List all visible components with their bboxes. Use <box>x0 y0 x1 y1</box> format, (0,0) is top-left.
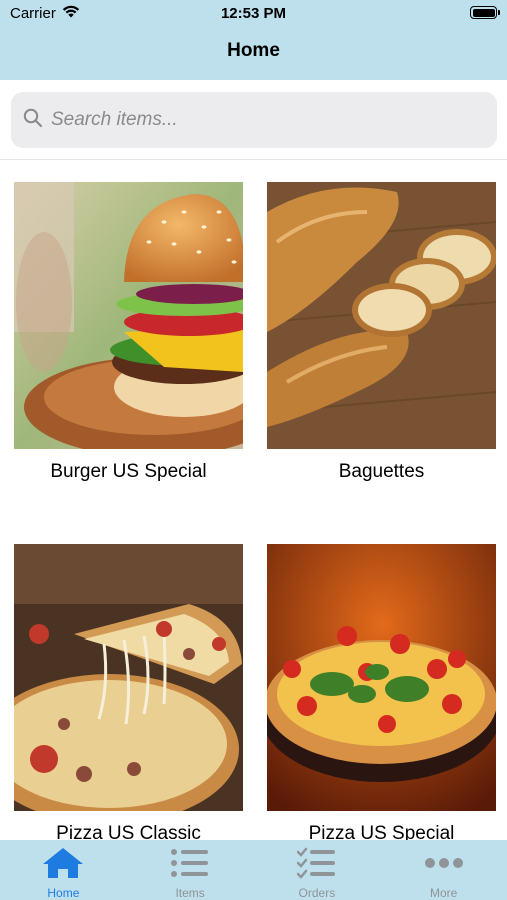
search-section <box>0 80 507 160</box>
tab-bar: Home Items Orders More <box>0 840 507 900</box>
checklist-icon <box>296 846 337 880</box>
search-icon <box>23 108 43 133</box>
header: Carrier 12:53 PM Home <box>0 0 507 80</box>
item-name: Burger US Special <box>50 461 207 482</box>
item-name: Baguettes <box>338 461 425 482</box>
tab-orders[interactable]: Orders <box>254 840 381 900</box>
status-bar: Carrier 12:53 PM <box>0 0 507 28</box>
burger-image <box>14 182 243 449</box>
search-input[interactable] <box>51 109 471 131</box>
tab-items[interactable]: Items <box>127 840 254 900</box>
items-grid: Burger US Special Baguettes Pizza US Cla… <box>0 182 507 840</box>
more-icon <box>424 846 464 880</box>
tab-label: Items <box>175 886 205 900</box>
tab-home[interactable]: Home <box>0 840 127 900</box>
item-name: Pizza US Classic <box>56 823 201 840</box>
item-card-burger[interactable]: Burger US Special <box>14 182 243 483</box>
search-bar[interactable] <box>11 92 497 148</box>
item-card-baguettes[interactable]: Baguettes <box>267 182 496 483</box>
pizza-special-image <box>267 544 496 811</box>
home-icon <box>41 846 85 880</box>
item-name: Pizza US Special <box>308 823 455 840</box>
tab-label: Orders <box>298 886 336 900</box>
item-card-pizza-special[interactable]: Pizza US Special <box>267 544 496 840</box>
list-icon <box>170 846 210 880</box>
status-time: 12:53 PM <box>220 5 287 22</box>
item-card-pizza-classic[interactable]: Pizza US Classic <box>14 544 243 840</box>
pizza-classic-image <box>14 544 243 811</box>
tab-label: More <box>429 886 458 900</box>
tab-more[interactable]: More <box>380 840 507 900</box>
baguettes-image <box>267 182 496 449</box>
battery-icon <box>470 6 500 19</box>
page-title: Home <box>227 40 280 61</box>
tab-label: Home <box>47 886 80 900</box>
